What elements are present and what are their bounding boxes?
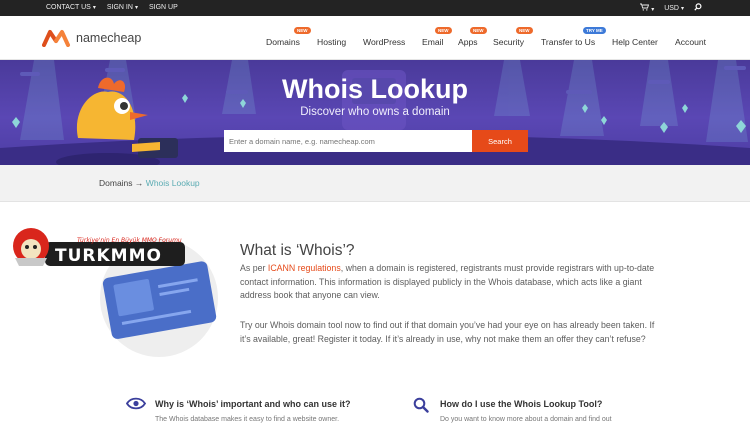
nav-domains[interactable]: Domains NEW — [266, 27, 311, 47]
breadcrumb: Domains → Whois Lookup — [99, 178, 200, 188]
new-badge: NEW — [435, 27, 452, 34]
feature-why-whois-title[interactable]: Why is ‘Whois’ important and who can use… — [155, 399, 351, 409]
cart-button[interactable]: ▾ — [640, 3, 654, 13]
breadcrumb-separator: → — [134, 178, 144, 188]
nav-email[interactable]: Email NEW — [422, 27, 452, 47]
namecheap-logo[interactable]: namecheap — [42, 29, 141, 47]
nav-wordpress[interactable]: WordPress — [363, 37, 405, 47]
try-me-badge: TRY ME — [583, 27, 606, 34]
contact-us-link[interactable]: CONTACT US ▾ — [46, 4, 96, 11]
search-button[interactable]: Search — [472, 130, 528, 152]
feature-how-to-use-text: Do you want to know more about a domain … — [440, 416, 612, 423]
whois-intro-paragraph: As per ICANN regulations, when a domain … — [240, 263, 655, 301]
magnifier-icon — [413, 397, 429, 413]
hero-banner: Whois Lookup Discover who owns a domain … — [0, 60, 750, 165]
watermark-name: TURKMMO — [55, 246, 162, 266]
icann-regulations-link[interactable]: ICANN regulations — [268, 263, 341, 273]
currency-select[interactable]: USD ▾ — [664, 5, 684, 12]
nav-apps[interactable]: Apps NEW — [458, 27, 487, 47]
nav-help-center[interactable]: Help Center — [612, 37, 658, 47]
nav-hosting[interactable]: Hosting — [317, 37, 346, 47]
hero-subtitle: Discover who owns a domain — [300, 106, 450, 118]
eye-icon — [126, 397, 146, 410]
new-badge: NEW — [294, 27, 311, 34]
feature-why-whois-text: The Whois database makes it easy to find… — [155, 416, 340, 423]
search-toggle[interactable] — [694, 3, 702, 13]
breadcrumb-domains-link[interactable]: Domains — [99, 178, 133, 188]
logo-wordmark: namecheap — [76, 31, 142, 45]
top-utility-bar: CONTACT US ▾ SIGN IN ▾ SIGN UP ▾ USD ▾ — [0, 0, 750, 16]
nav-account[interactable]: Account — [675, 37, 706, 47]
nav-security[interactable]: Security NEW — [493, 27, 533, 47]
search-icon — [694, 3, 702, 11]
hero-title: Whois Lookup — [282, 74, 468, 104]
domain-search-input[interactable] — [224, 130, 472, 152]
cart-icon — [640, 3, 650, 11]
whois-try-paragraph: Try our Whois domain tool now to find ou… — [240, 320, 655, 344]
sign-in-link[interactable]: SIGN IN ▾ — [107, 4, 138, 11]
new-badge: NEW — [516, 27, 533, 34]
feature-how-to-use-title[interactable]: How do I use the Whois Lookup Tool? — [440, 399, 602, 409]
turkmmo-watermark-logo: Türkiye'nin En Büyük MMO Forumu TURKMMO — [13, 228, 185, 266]
whois-section-title: What is ‘Whois’? — [240, 242, 355, 259]
breadcrumb-bar: Domains → Whois Lookup — [0, 165, 750, 202]
new-badge: NEW — [470, 27, 487, 34]
watermark-tagline: Türkiye'nin En Büyük MMO Forumu — [77, 237, 182, 244]
nav-transfer-to-us[interactable]: Transfer to Us TRY ME — [541, 27, 606, 47]
main-navigation: namecheap Domains NEW Hosting WordPress E… — [0, 16, 750, 60]
breadcrumb-current: Whois Lookup — [145, 178, 200, 188]
sign-up-link[interactable]: SIGN UP — [149, 4, 178, 11]
namecheap-logo-icon — [42, 30, 70, 47]
